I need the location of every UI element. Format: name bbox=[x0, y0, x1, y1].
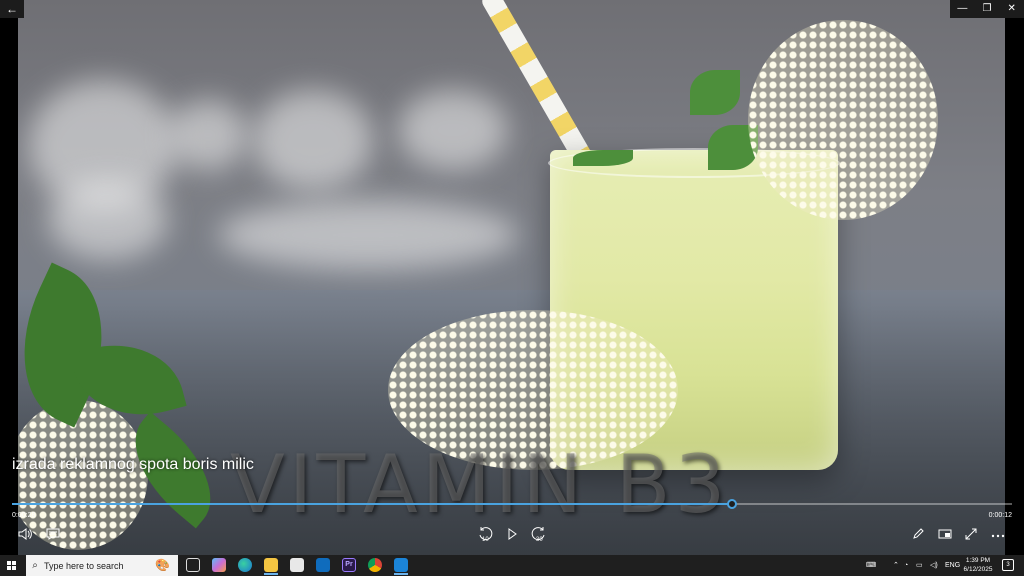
close-button[interactable]: ✕ bbox=[999, 0, 1024, 18]
seek-progress bbox=[12, 503, 732, 505]
blurred-blossom bbox=[48, 180, 168, 260]
captions-icon bbox=[46, 528, 60, 540]
blurred-blossom bbox=[218, 200, 518, 270]
skip-back-button[interactable]: 10 bbox=[474, 524, 496, 544]
remaining-time: 0:00:12 bbox=[988, 512, 1012, 519]
volume-button[interactable] bbox=[14, 524, 36, 544]
active-app-indicator bbox=[394, 573, 408, 575]
pencil-icon bbox=[913, 528, 924, 539]
outlook-icon[interactable] bbox=[316, 558, 330, 572]
watermark-text: VITAMIN B3 bbox=[230, 438, 730, 531]
back-button[interactable]: ← bbox=[0, 0, 24, 18]
captions-button[interactable] bbox=[42, 524, 64, 544]
more-button[interactable] bbox=[987, 524, 1009, 544]
chrome-icon[interactable] bbox=[368, 558, 382, 572]
edge-icon[interactable] bbox=[238, 558, 252, 572]
search-placeholder: Type here to search bbox=[44, 560, 124, 571]
video-title: izrada reklamnog spota boris milic bbox=[12, 456, 254, 473]
clock-date: 6/12/2025 bbox=[963, 566, 993, 573]
fullscreen-button[interactable] bbox=[960, 524, 982, 544]
battery-icon[interactable]: ▭ bbox=[916, 555, 923, 576]
play-button[interactable] bbox=[501, 524, 523, 544]
seek-thumb[interactable] bbox=[727, 499, 737, 509]
active-app-indicator bbox=[264, 573, 278, 575]
edit-button[interactable] bbox=[907, 524, 929, 544]
blurred-blossom bbox=[168, 100, 248, 170]
miniview-button[interactable] bbox=[934, 524, 956, 544]
search-box[interactable]: ⌕ Type here to search 🎨 bbox=[26, 555, 178, 576]
back-arrow-icon: ← bbox=[6, 2, 18, 16]
notification-center-icon[interactable]: 3 bbox=[1002, 559, 1014, 571]
keyboard-icon[interactable]: ⌨ bbox=[866, 555, 876, 576]
minimize-button[interactable]: — bbox=[950, 0, 975, 18]
window-controls: — ❐ ✕ bbox=[950, 0, 1024, 18]
restore-button[interactable]: ❐ bbox=[975, 0, 1000, 18]
elapsed-time: 0:00:28 bbox=[12, 512, 36, 519]
search-highlight-icon: 🎨 bbox=[155, 558, 170, 572]
media-player-window: ← — ❐ ✕ VITAMIN B3 izrada reklamnog spot… bbox=[0, 0, 1024, 576]
skip-back-label: 10 bbox=[482, 537, 489, 543]
copilot-icon[interactable] bbox=[212, 558, 226, 572]
movies-tv-icon[interactable] bbox=[394, 558, 408, 572]
taskbar-clock[interactable]: 1:39 PM 6/12/2025 bbox=[958, 556, 998, 574]
taskbar: ⌕ Type here to search 🎨 Pr ⌨ ⌃ ◔ ▭ ◁) EN… bbox=[0, 555, 1024, 576]
start-button[interactable] bbox=[0, 555, 24, 576]
elderflower-cluster bbox=[748, 20, 938, 220]
speaker-icon[interactable]: ◁) bbox=[930, 555, 938, 576]
chevron-up-icon[interactable]: ⌃ bbox=[893, 555, 899, 576]
store-icon[interactable] bbox=[290, 558, 304, 572]
premiere-pro-icon[interactable]: Pr bbox=[342, 558, 356, 572]
fullscreen-icon bbox=[965, 528, 977, 540]
network-icon[interactable]: ◔ bbox=[904, 555, 908, 576]
mint-leaf bbox=[690, 70, 740, 115]
blurred-blossom bbox=[398, 90, 508, 170]
search-icon: ⌕ bbox=[32, 560, 38, 571]
task-view-icon[interactable] bbox=[186, 558, 200, 572]
file-explorer-icon[interactable] bbox=[264, 558, 278, 572]
volume-icon bbox=[18, 528, 32, 540]
play-icon bbox=[508, 528, 517, 540]
miniview-icon bbox=[938, 529, 952, 539]
clock-time: 1:39 PM bbox=[965, 557, 991, 564]
more-icon bbox=[991, 534, 1005, 538]
notification-count: 3 bbox=[1006, 562, 1010, 568]
mint-leaf bbox=[573, 150, 633, 166]
blurred-blossom bbox=[253, 90, 373, 190]
seek-bar[interactable] bbox=[12, 499, 1012, 509]
skip-forward-label: 30 bbox=[536, 537, 543, 543]
skip-forward-button[interactable]: 30 bbox=[528, 524, 550, 544]
